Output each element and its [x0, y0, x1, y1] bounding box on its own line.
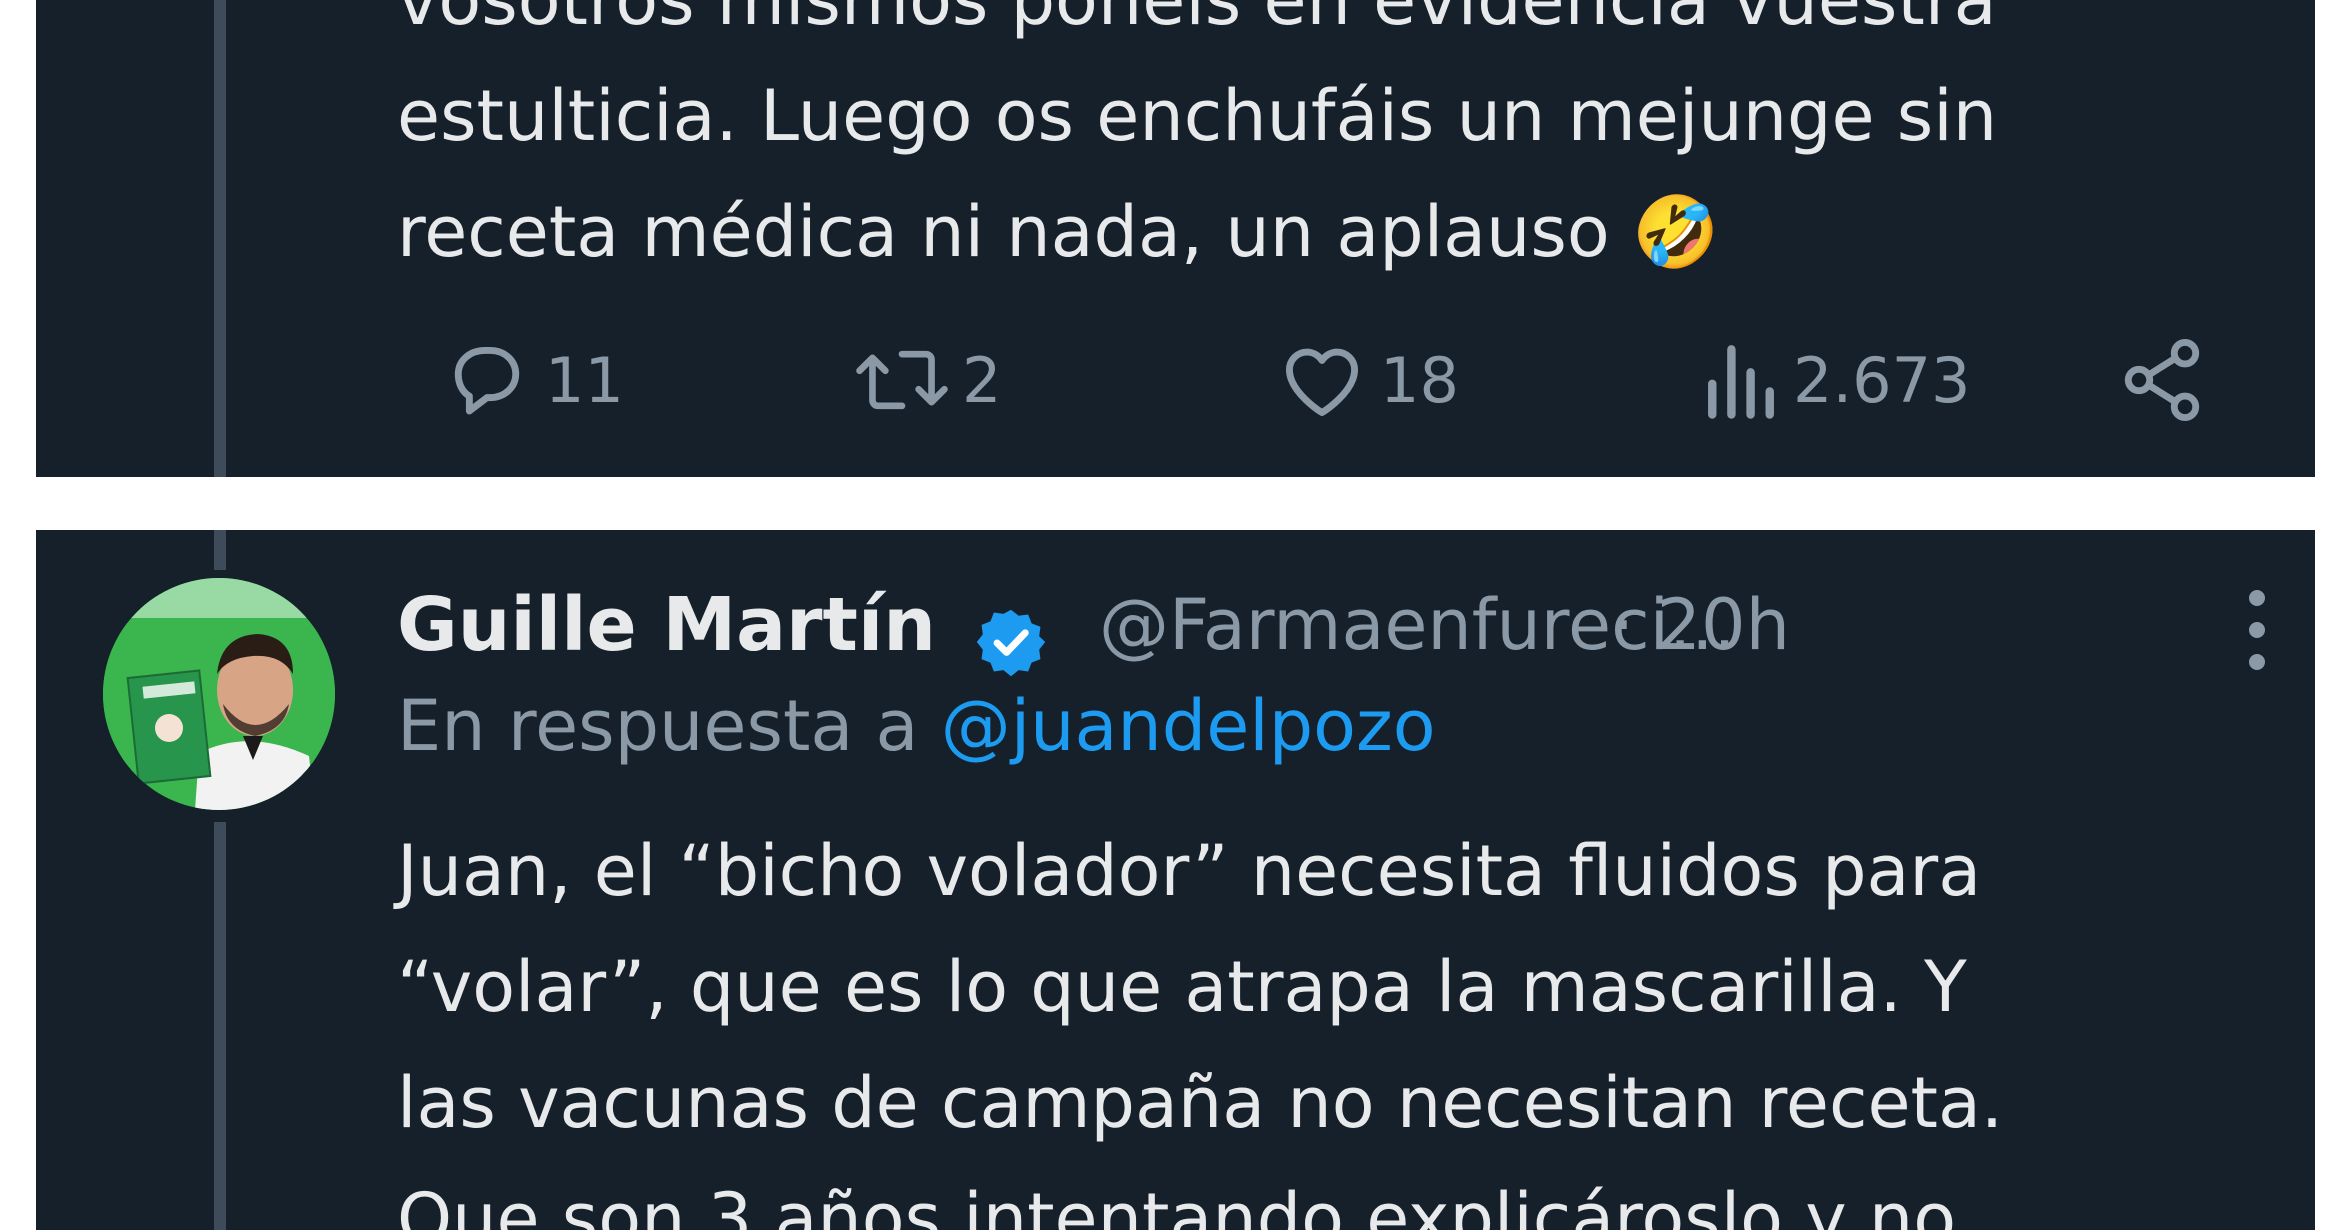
views-button[interactable]: 2.673	[1701, 330, 1971, 430]
tweet-line: vosotros mismos ponéis en evidencia vues…	[397, 0, 1997, 41]
thread-line-above	[214, 530, 226, 570]
tweet-header: Guille Martín @Farmaenfureci... · 20h	[397, 570, 2297, 680]
tweet-line: Juan, el “bicho volador” necesita fluido…	[397, 830, 1982, 912]
reply-button[interactable]: 11	[441, 330, 624, 430]
tweet-line: “volar”, que es lo que atrapa la mascari…	[397, 946, 1967, 1028]
reply-context: En respuesta a @juandelpozo	[397, 685, 1436, 767]
retweet-button[interactable]: 2	[854, 330, 1001, 430]
share-button[interactable]	[2116, 330, 2208, 430]
timestamp[interactable]: · 20h	[1612, 584, 1790, 666]
tweet-line: las vacunas de campaña no necesitan rece…	[397, 1062, 2004, 1144]
retweet-icon	[854, 334, 950, 426]
tweet-card-bottom: Guille Martín @Farmaenfureci... · 20h En…	[36, 530, 2315, 1230]
share-icon	[2116, 334, 2208, 426]
tweet-line: receta médica ni nada, un aplauso 🤣	[397, 191, 1720, 273]
verified-badge-icon	[973, 604, 1049, 684]
tweet-card-top: vosotros mismos ponéis en evidencia vues…	[36, 0, 2315, 477]
like-count: 18	[1380, 343, 1459, 417]
thread-line	[214, 0, 226, 477]
tweet-body-bottom: Juan, el “bicho volador” necesita fluido…	[397, 813, 2287, 1230]
display-name[interactable]: Guille Martín	[397, 582, 936, 668]
more-options-icon[interactable]	[2217, 580, 2297, 680]
thread-line-below	[214, 822, 226, 1230]
tweet-body-top: vosotros mismos ponéis en evidencia vues…	[397, 0, 2287, 290]
retweet-count: 2	[962, 343, 1002, 417]
tweet-line: estulticia. Luego os enchufáis un mejung…	[397, 75, 1998, 157]
tweet-line: Que son 3 años intentando explicároslo y…	[397, 1178, 1957, 1230]
reply-count: 11	[545, 343, 624, 417]
reply-icon	[441, 334, 533, 426]
reply-prefix: En respuesta a	[397, 685, 919, 767]
avatar[interactable]	[103, 578, 335, 810]
like-button[interactable]: 18	[1276, 330, 1459, 430]
views-icon	[1701, 334, 1781, 426]
reply-mention-link[interactable]: @juandelpozo	[941, 685, 1436, 767]
views-count: 2.673	[1793, 343, 1971, 417]
like-icon	[1276, 334, 1368, 426]
